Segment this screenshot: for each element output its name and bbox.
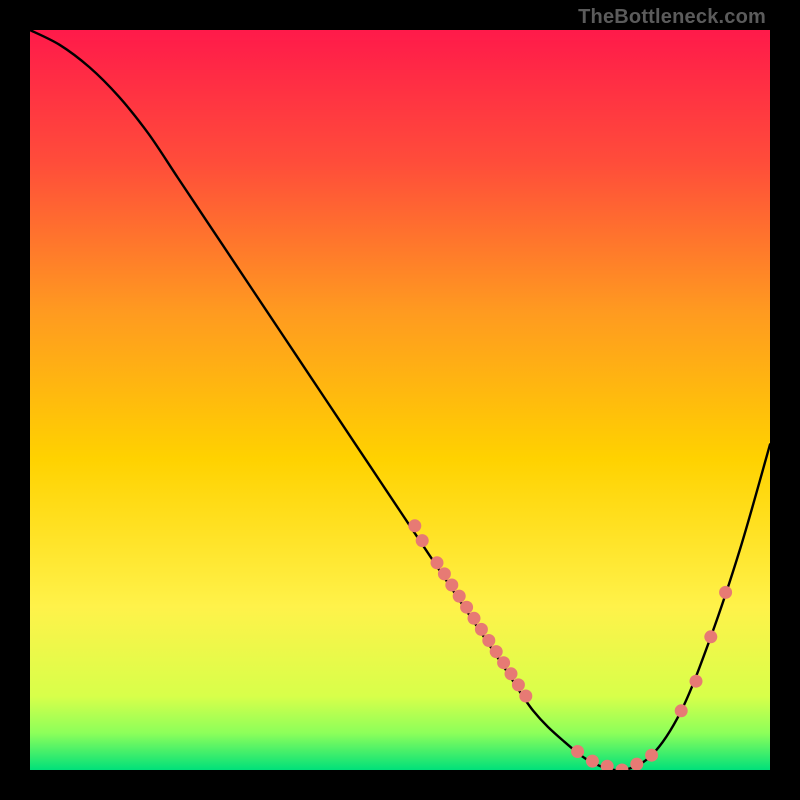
curve-dot [438,567,451,580]
watermark-text: TheBottleneck.com [578,6,766,29]
curve-dot [645,749,658,762]
curve-dot [431,556,444,569]
curve-dot [482,634,495,647]
bottleneck-chart [30,30,770,770]
curve-dot [675,704,688,717]
curve-dot [490,645,503,658]
curve-dot [453,590,466,603]
curve-dot [497,656,510,669]
curve-dot [690,675,703,688]
curve-dot [519,690,532,703]
curve-dot [475,623,488,636]
curve-dot [445,579,458,592]
curve-dot [512,678,525,691]
curve-dot [460,601,473,614]
curve-dot [704,630,717,643]
curve-dot [416,534,429,547]
curve-dot [505,667,518,680]
gradient-background [30,30,770,770]
curve-dot [408,519,421,532]
chart-frame [30,30,770,770]
curve-dot [586,755,599,768]
curve-dot [468,612,481,625]
curve-dot [719,586,732,599]
curve-dot [630,758,643,770]
curve-dot [571,745,584,758]
